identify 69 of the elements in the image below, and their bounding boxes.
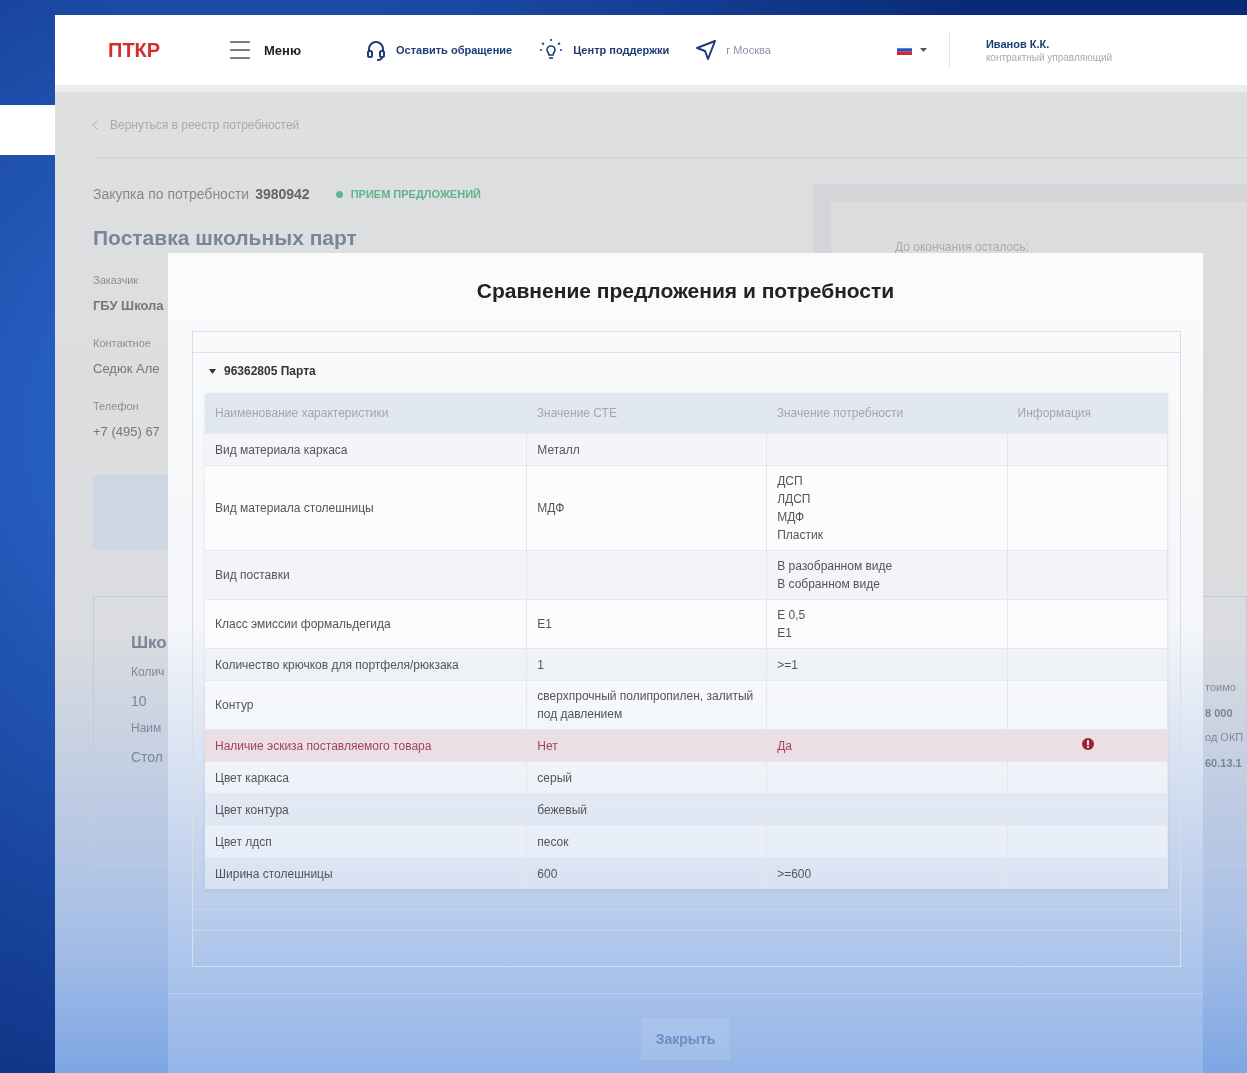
column-header: Значение СТЕ: [526, 393, 767, 434]
status-dot: [335, 190, 343, 198]
field-label: Контактное: [93, 337, 151, 349]
table-cell: Цвет контура: [205, 793, 527, 826]
header-link[interactable]: Оставить обращение: [365, 39, 513, 61]
page-title: Поставка школьных парт: [93, 226, 358, 250]
modal-title: Сравнение предложения и потребности: [475, 278, 896, 304]
headset-icon: [365, 39, 387, 61]
field-value: 8 000: [1205, 707, 1233, 719]
table-cell: Нет: [526, 729, 767, 762]
language-dropdown[interactable]: [896, 32, 950, 68]
field-label: Телефон: [93, 400, 139, 412]
field-value: Стол: [131, 749, 163, 765]
table-cell: Вид поставки: [205, 550, 527, 600]
purchase-label: Закупка по потребности: [93, 186, 250, 202]
header-link[interactable]: Центр поддержки: [538, 37, 670, 63]
table-cell: Цвет лдсп: [205, 825, 527, 858]
item-title: Шко: [131, 633, 167, 653]
caret-icon: [919, 48, 927, 52]
field-label: од ОКП: [1205, 731, 1244, 743]
table-cell: >=1: [766, 648, 1008, 681]
caret-icon: [209, 368, 216, 374]
table-cell: Наличие эскиза поставляемого товара: [205, 729, 527, 762]
window-fragment: [0, 105, 55, 155]
chevron-left-icon: [93, 120, 98, 129]
table-cell: бежевый: [526, 793, 767, 826]
table-cell: Е1: [526, 599, 767, 649]
table-cell: песок: [526, 825, 767, 858]
field-label: тоимо: [1205, 681, 1236, 693]
table-cell: Количество крючков для портфеля/рюкзака: [205, 648, 527, 681]
field-value: ГБУ Школа: [93, 298, 164, 313]
table-cell: Цвет каркаса: [205, 761, 527, 794]
field-label: Наим: [131, 721, 162, 735]
table-cell: Металл: [526, 433, 767, 466]
table-cell: 600: [526, 857, 767, 889]
table-cell: Е 0,5 Е1: [766, 599, 1008, 649]
table-cell: сверхпрочный полипропилен, залитый под давлением: [526, 680, 767, 730]
table-cell: 1: [526, 648, 767, 681]
send-arrow-icon: [695, 39, 718, 61]
group-toggle[interactable]: 96362805 Парта: [193, 353, 316, 389]
table-cell: Ширина столешницы: [205, 857, 527, 889]
field-value: 60.13.1: [1205, 757, 1242, 769]
table-cell: >=600: [766, 857, 1008, 889]
table-cell: МДФ: [526, 465, 767, 551]
purchase-number: 3980942: [255, 186, 310, 202]
logo[interactable]: ПТКР: [108, 38, 226, 62]
column-header: Информация: [1007, 393, 1168, 434]
table-cell: Да: [766, 729, 1008, 762]
table-cell: В разобранном виде В собранном виде: [766, 550, 1008, 600]
field-label: Заказчик: [93, 274, 139, 286]
column-header: Значение потребности: [766, 393, 1008, 434]
table-cell: Контур: [205, 680, 527, 730]
field-value: +7 (495) 67: [93, 424, 160, 439]
column-header: Наименование характеристики: [205, 393, 527, 434]
flag-icon: [896, 45, 912, 55]
table-cell: Класс эмиссии формальдегида: [205, 599, 527, 649]
status-label: ПРИЕМ ПРЕДЛОЖЕНИЙ: [335, 188, 481, 200]
table-cell: Вид материала столешницы: [205, 465, 527, 551]
menu-icon: [230, 41, 250, 59]
menu-button[interactable]: Меню: [226, 37, 305, 63]
alert-icon: [1081, 737, 1094, 750]
user-name[interactable]: Иванов К.К.: [985, 37, 1113, 50]
table-cell: ДСП ЛДСП МДФ Пластик: [766, 465, 1008, 551]
field-value: 10: [131, 693, 147, 709]
user-role: контрактный управляющий: [985, 51, 1113, 63]
field-label: Колич: [131, 665, 165, 679]
table-cell: Вид материала каркаса: [205, 433, 527, 466]
field-value: Седюк Але: [93, 361, 160, 376]
table-cell: серый: [526, 761, 767, 794]
